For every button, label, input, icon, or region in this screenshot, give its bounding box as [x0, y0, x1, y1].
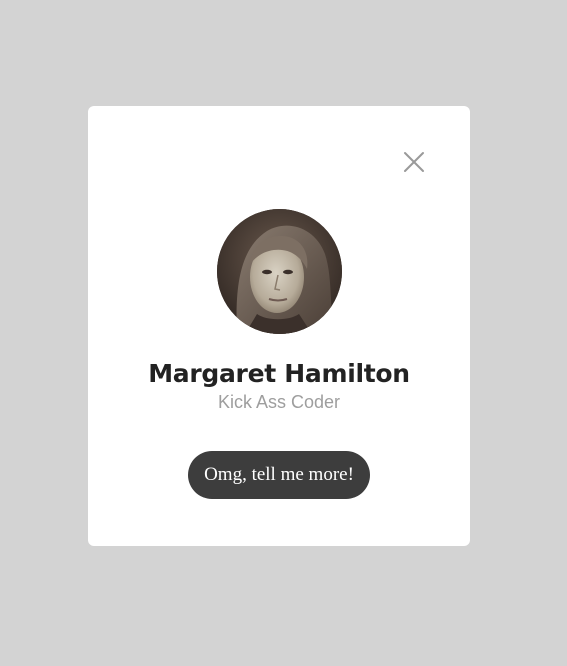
avatar: [217, 209, 342, 334]
profile-card: Margaret Hamilton Kick Ass Coder Omg, te…: [88, 106, 470, 546]
close-icon: [404, 152, 424, 172]
tell-me-more-button[interactable]: Omg, tell me more!: [188, 451, 370, 499]
page-backdrop: Margaret Hamilton Kick Ass Coder Omg, te…: [0, 0, 567, 666]
portrait-photo: [217, 209, 342, 334]
profile-name: Margaret Hamilton: [148, 359, 410, 388]
close-button[interactable]: [402, 150, 426, 174]
profile-subtitle: Kick Ass Coder: [217, 392, 341, 412]
